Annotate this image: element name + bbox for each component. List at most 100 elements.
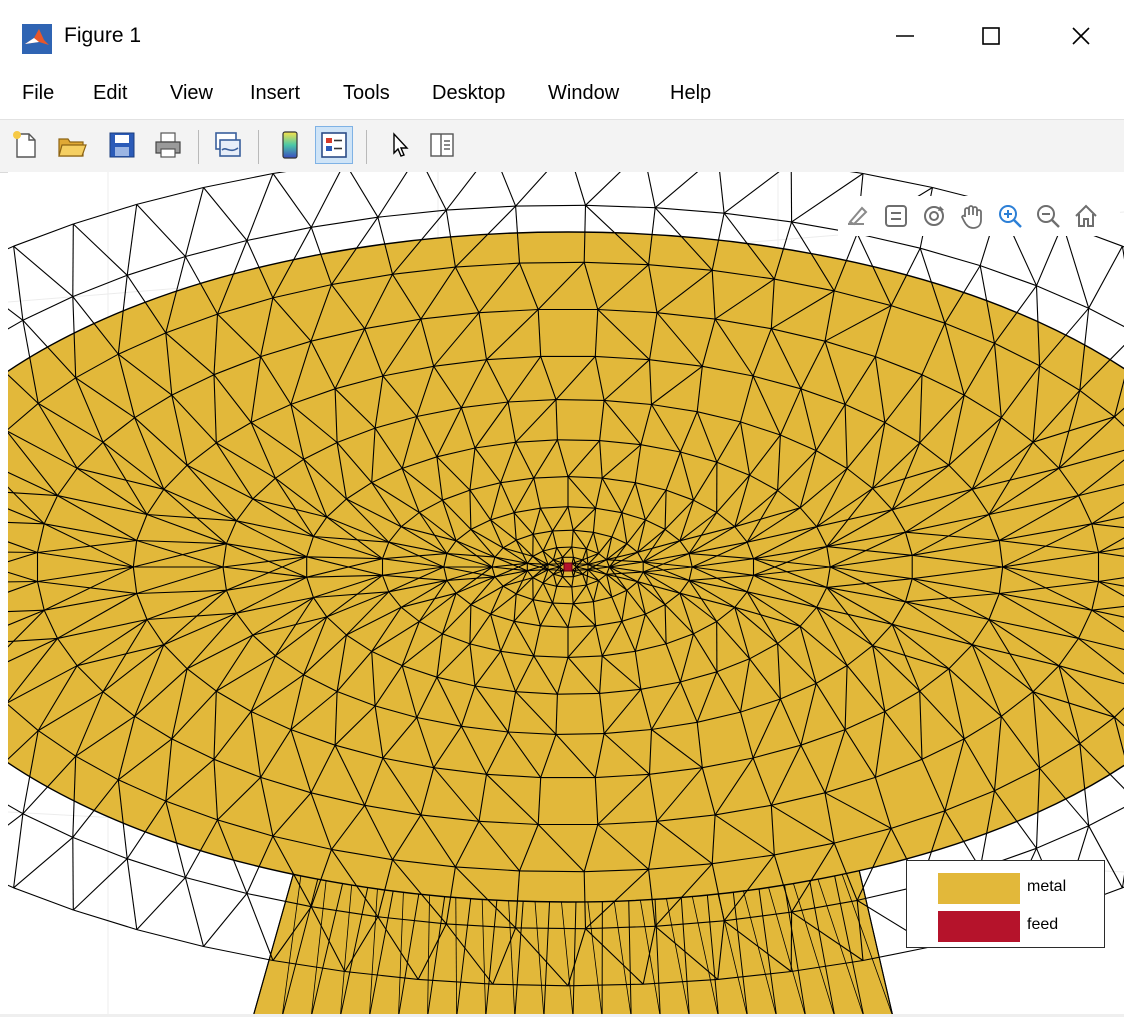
mesh-edge [8, 813, 24, 826]
mesh-edge [8, 804, 24, 815]
mesh-edge [8, 319, 24, 330]
menu-edit[interactable]: Edit [93, 82, 127, 105]
menu-file[interactable]: File [22, 82, 54, 105]
minimize-icon [896, 35, 914, 37]
menu-help[interactable]: Help [670, 82, 711, 105]
menu-view[interactable]: View [170, 82, 213, 105]
toolbar-separator [366, 130, 367, 164]
legend-label-feed: feed [1027, 916, 1059, 933]
mesh-edge [723, 172, 780, 214]
menu-bar: File Edit View Insert Tools Desktop Wind… [0, 77, 1124, 182]
mesh-edge [127, 255, 186, 276]
mesh-edge [72, 836, 128, 860]
menu-tools[interactable]: Tools [343, 82, 390, 105]
mesh-edge [13, 246, 24, 321]
mesh-edge [1062, 223, 1090, 309]
mesh-edge [574, 172, 587, 206]
menu-window[interactable]: Window [548, 82, 619, 105]
legend-swatch-feed [938, 911, 1020, 942]
mesh-edge [556, 585, 572, 588]
mesh-edge [445, 172, 477, 211]
mesh-edge [72, 223, 128, 276]
mesh-edge [426, 172, 447, 211]
new-figure-button[interactable] [8, 127, 44, 163]
close-icon [1072, 27, 1090, 45]
plot-legend[interactable]: metal feed [906, 860, 1105, 948]
mesh-edge [13, 887, 74, 911]
mesh-edge [1088, 245, 1123, 309]
mesh-edge [515, 172, 548, 207]
matlab-icon [22, 24, 52, 54]
export-button[interactable] [840, 198, 876, 234]
mesh-edge [849, 172, 864, 175]
mesh-edge [515, 204, 586, 207]
legend-icon [321, 132, 347, 158]
mesh-edge [203, 187, 248, 241]
pan-icon [961, 205, 982, 229]
mesh-edge [22, 813, 74, 838]
legend-button[interactable] [315, 126, 353, 164]
pan-button[interactable] [954, 198, 990, 234]
property-inspector-icon [430, 133, 454, 157]
mesh-edge [136, 877, 186, 930]
mesh-edge [136, 929, 204, 948]
save-button[interactable] [104, 127, 140, 163]
mesh-edge [13, 245, 74, 298]
mesh-edge [126, 204, 138, 276]
zoom-out-button[interactable] [1030, 198, 1066, 234]
mesh-edge [272, 172, 287, 175]
mesh-edge [552, 529, 574, 532]
open-file-icon [58, 138, 87, 157]
edit-plot-button[interactable] [382, 127, 418, 163]
home-button[interactable] [1068, 198, 1104, 234]
maximize-icon [982, 27, 1000, 45]
mesh-edge [552, 602, 574, 605]
new-figure-icon [13, 131, 36, 158]
link-plot-button[interactable] [210, 127, 246, 163]
mesh-edge [920, 247, 981, 267]
brush-icon [885, 205, 907, 227]
brush-button[interactable] [878, 198, 914, 234]
open-file-button[interactable] [54, 127, 90, 163]
close-button[interactable] [1048, 10, 1114, 62]
zoom-in-icon [999, 205, 1022, 228]
property-inspector-button[interactable] [424, 127, 460, 163]
zoom-in-button[interactable] [992, 198, 1028, 234]
rotate-3d-button[interactable] [916, 198, 952, 234]
figure-toolbar [0, 119, 1124, 173]
mesh-edge [73, 203, 137, 225]
mesh-edge [647, 172, 656, 208]
mesh-edge [127, 858, 186, 879]
mesh-edge [246, 226, 312, 242]
mesh-edge [585, 204, 656, 209]
edit-plot-icon [393, 132, 409, 157]
mesh-edge [349, 172, 379, 218]
save-icon [109, 132, 135, 158]
mesh-edge [719, 172, 725, 214]
mesh-edge [585, 172, 621, 206]
mesh-edge [980, 265, 1037, 287]
toolbar-separator [258, 130, 259, 164]
menu-desktop[interactable]: Desktop [432, 82, 505, 105]
mesh-edge [136, 186, 204, 205]
mesh-edge [13, 223, 74, 247]
mesh-edge [654, 172, 699, 209]
mesh-edge [72, 837, 74, 911]
mesh-edge [1036, 825, 1089, 849]
mesh-edge [13, 836, 74, 889]
mesh-edge [1088, 307, 1124, 328]
minimize-button[interactable] [872, 10, 938, 62]
mesh-edge [185, 239, 248, 258]
colorbar-button[interactable] [272, 127, 308, 163]
mesh-edge [377, 172, 408, 218]
print-button[interactable] [150, 127, 186, 163]
zoom-out-icon [1037, 205, 1060, 228]
mesh-edge [1088, 806, 1124, 827]
mesh-edge [203, 945, 274, 962]
title-bar[interactable]: Figure 1 [0, 0, 1124, 77]
mesh-edge [655, 207, 725, 214]
maximize-button[interactable] [958, 10, 1024, 62]
menu-insert[interactable]: Insert [250, 82, 300, 105]
print-icon [155, 132, 181, 158]
feed-point [563, 562, 573, 572]
